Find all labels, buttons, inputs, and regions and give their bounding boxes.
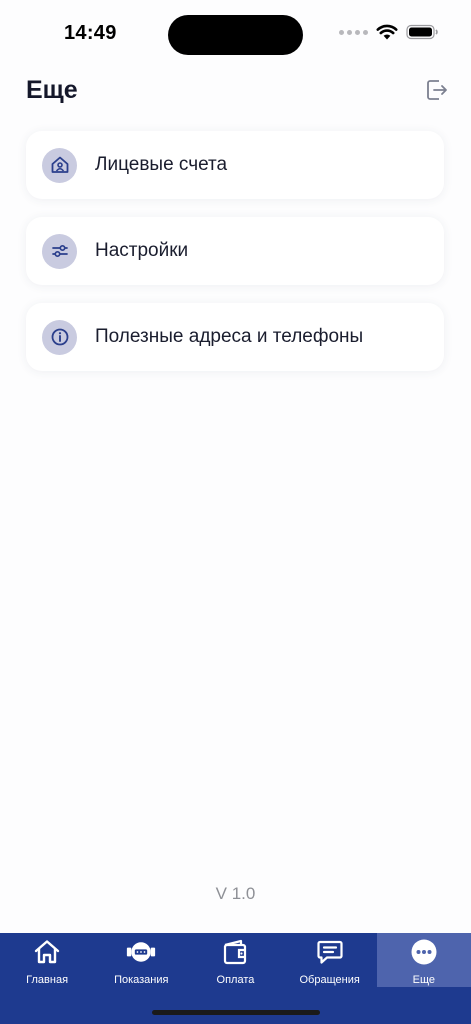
sliders-icon [42, 233, 77, 269]
status-icons [339, 24, 439, 40]
home-icon [32, 938, 62, 966]
more-icon [409, 938, 439, 966]
house-account-icon [42, 147, 77, 183]
tab-requests[interactable]: Обращения [283, 933, 377, 987]
tab-payment[interactable]: Оплата [188, 933, 282, 987]
menu-item-label: Лицевые счета [95, 154, 228, 175]
menu-item-settings[interactable]: Настройки [26, 217, 444, 285]
tab-label: Обращения [299, 974, 360, 986]
message-icon [315, 938, 345, 966]
page-title: Еще [26, 76, 78, 104]
status-bar: 14:49 [0, 0, 471, 64]
dynamic-island [168, 15, 303, 55]
status-time: 14:49 [64, 22, 117, 44]
tab-readings[interactable]: Показания [94, 933, 188, 987]
tab-home[interactable]: Главная [0, 933, 94, 987]
menu-item-label: Полезные адреса и телефоны [95, 326, 364, 347]
tab-label: Показания [114, 974, 169, 986]
tab-label: Еще [412, 974, 436, 986]
wifi-icon [376, 24, 398, 40]
info-icon [42, 319, 77, 355]
tab-more[interactable]: Еще [376, 933, 471, 987]
menu-item-label: Настройки [95, 240, 189, 261]
logout-button[interactable] [425, 78, 449, 102]
app-version: V 1.0 [215, 884, 256, 903]
meter-icon [126, 938, 156, 966]
wallet-icon [220, 938, 250, 966]
menu-item-useful-contacts[interactable]: Полезные адреса и телефоны [26, 303, 444, 371]
home-indicator [152, 1010, 320, 1015]
menu-item-accounts[interactable]: Лицевые счета [26, 131, 444, 199]
menu-list: Лицевые счета Настройки Полезные адреса … [26, 131, 444, 389]
tab-label: Главная [26, 974, 69, 986]
cellular-signal-icon [339, 29, 368, 35]
battery-icon [406, 24, 438, 40]
tab-label: Оплата [216, 974, 255, 986]
logout-icon [427, 80, 447, 100]
